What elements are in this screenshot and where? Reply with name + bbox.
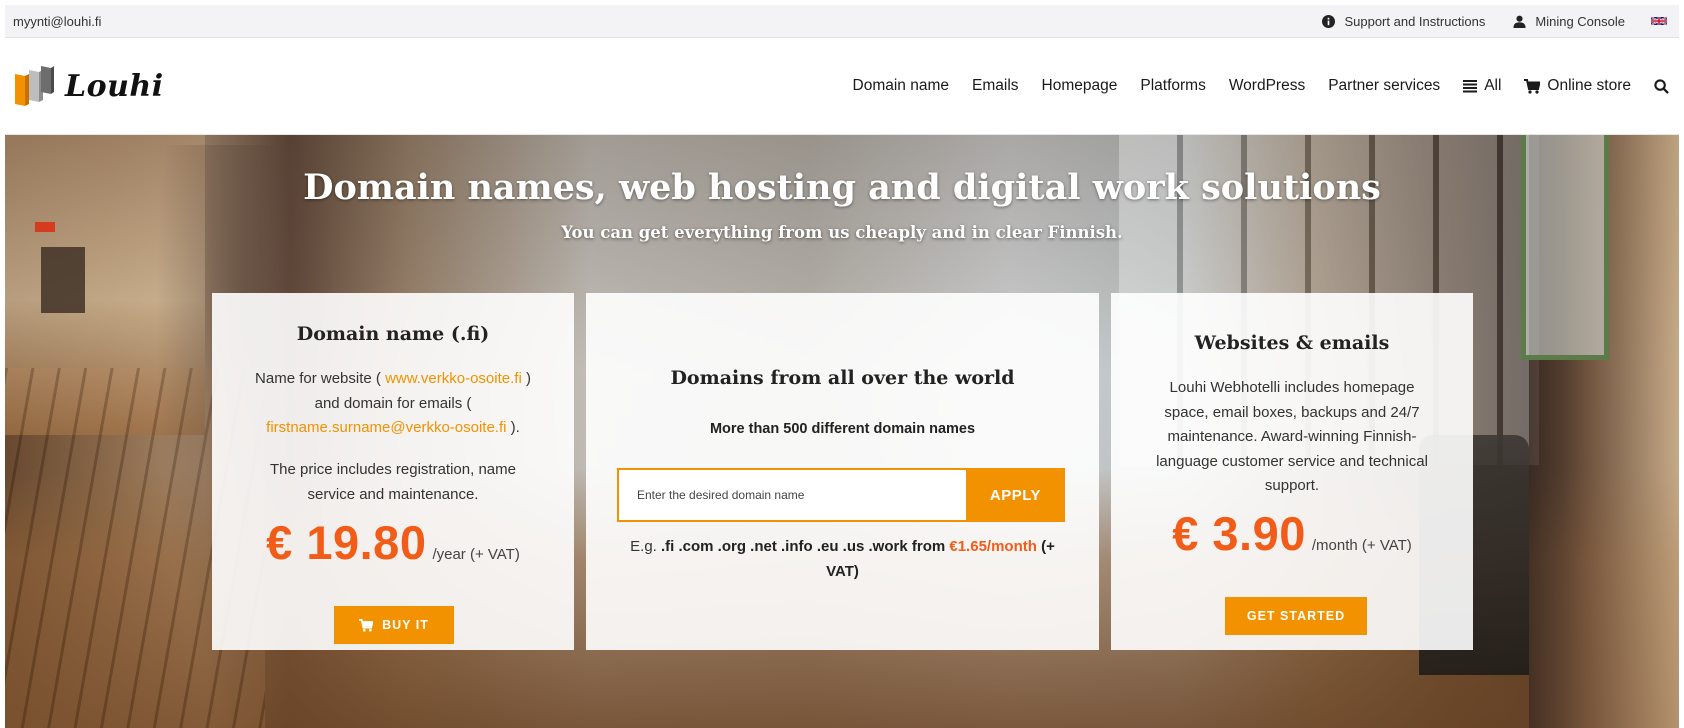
eg-from: from	[911, 538, 946, 555]
main-header: Louhi Domain name Emails Homepage Platfo…	[5, 38, 1679, 135]
price-unit: /year (+ VAT)	[432, 546, 520, 563]
domains-world-card: Domains from all over the world More tha…	[586, 293, 1099, 650]
search-button[interactable]	[1654, 78, 1669, 94]
top-bar: myynti@louhi.fi Support and Instructions…	[5, 5, 1679, 38]
eg-price: €1.65/month	[949, 538, 1037, 555]
contact-email[interactable]: myynti@louhi.fi	[13, 14, 101, 29]
price-row: € 3.90 /month (+ VAT)	[1111, 506, 1473, 561]
domain-search-form: APPLY	[617, 468, 1065, 522]
nav-label: All	[1484, 77, 1502, 94]
card-title: Domain name (.fi)	[296, 323, 490, 345]
logo[interactable]: Louhi	[13, 64, 164, 108]
info-circle-icon	[1322, 14, 1336, 28]
user-icon	[1513, 15, 1526, 28]
card-subtitle: More than 500 different domain names	[709, 421, 976, 437]
cart-icon	[1524, 78, 1541, 94]
nav-homepage[interactable]: Homepage	[1042, 77, 1118, 95]
logo-text: Louhi	[65, 68, 164, 104]
nav-domain-name[interactable]: Domain name	[853, 77, 950, 95]
eg-tlds: .fi .com .org .net .info .eu .us .work	[661, 538, 908, 555]
hero-subtitle: You can get everything from us cheaply a…	[561, 223, 1123, 242]
email-example-link[interactable]: firstname.surname@verkko-osoite.fi	[266, 419, 506, 436]
nav-emails[interactable]: Emails	[972, 77, 1019, 95]
desc-text: Name for website (	[255, 370, 381, 387]
card-title: Websites & emails	[1194, 332, 1390, 354]
price-note: The price includes registration, name se…	[270, 461, 516, 503]
price-unit: /month (+ VAT)	[1311, 537, 1412, 554]
price-value: € 3.90	[1172, 507, 1306, 560]
nav-platforms[interactable]: Platforms	[1140, 77, 1205, 95]
list-icon	[1463, 80, 1478, 93]
apply-button[interactable]: APPLY	[966, 468, 1065, 522]
nav-label: Platforms	[1140, 77, 1206, 94]
nav-label: Online store	[1547, 77, 1631, 94]
nav-partner-services[interactable]: Partner services	[1328, 77, 1440, 95]
hero-background-door	[41, 247, 85, 313]
tld-examples: E.g. .fi .com .org .net .info .eu .us .w…	[626, 535, 1059, 584]
button-label: GET STARTED	[1246, 609, 1346, 623]
nav-label: WordPress	[1228, 77, 1306, 94]
buy-it-button[interactable]: BUY IT	[334, 606, 454, 644]
price-row: € 19.80 /year (+ VAT)	[212, 515, 574, 570]
nav-online-store[interactable]: Online store	[1524, 77, 1631, 95]
domain-search-input[interactable]	[617, 468, 966, 522]
mining-console-link[interactable]: Mining Console	[1513, 14, 1625, 29]
support-link[interactable]: Support and Instructions	[1322, 14, 1485, 29]
cart-icon	[359, 618, 374, 632]
websites-emails-card: Websites & emails Louhi Webhotelli inclu…	[1111, 293, 1473, 650]
mining-console-label: Mining Console	[1535, 13, 1625, 29]
main-nav: Domain name Emails Homepage Platforms Wo…	[830, 38, 1679, 134]
website-example-link[interactable]: www.verkko-osoite.fi	[385, 370, 522, 387]
uk-flag-icon[interactable]	[1651, 16, 1667, 26]
logo-mark-icon	[15, 66, 54, 106]
hero-section: Domain names, web hosting and digital wo…	[5, 135, 1679, 728]
button-label: BUY IT	[382, 618, 429, 632]
nav-all[interactable]: All	[1463, 77, 1501, 95]
nav-label: Domain name	[852, 77, 950, 94]
nav-label: Partner services	[1328, 77, 1441, 94]
card-description: Name for website ( www.verkko-osoite.fi …	[242, 367, 544, 441]
nav-label: Emails	[972, 77, 1019, 94]
desc-text: ).	[510, 419, 520, 436]
price-value: € 19.80	[266, 516, 427, 569]
top-bar-links: Support and Instructions Mining Console	[1294, 14, 1667, 29]
card-title: Domains from all over the world	[670, 367, 1015, 389]
get-started-button[interactable]: GET STARTED	[1225, 597, 1367, 635]
nav-wordpress[interactable]: WordPress	[1229, 77, 1305, 95]
search-icon	[1654, 78, 1669, 94]
nav-label: Homepage	[1041, 77, 1118, 94]
hero-title: Domain names, web hosting and digital wo…	[303, 167, 1381, 208]
card-description: Louhi Webhotelli includes homepage space…	[1156, 379, 1428, 494]
domain-fi-card: Domain name (.fi) Name for website ( www…	[212, 293, 574, 650]
support-label: Support and Instructions	[1344, 13, 1486, 29]
eg-prefix: E.g.	[630, 538, 657, 555]
